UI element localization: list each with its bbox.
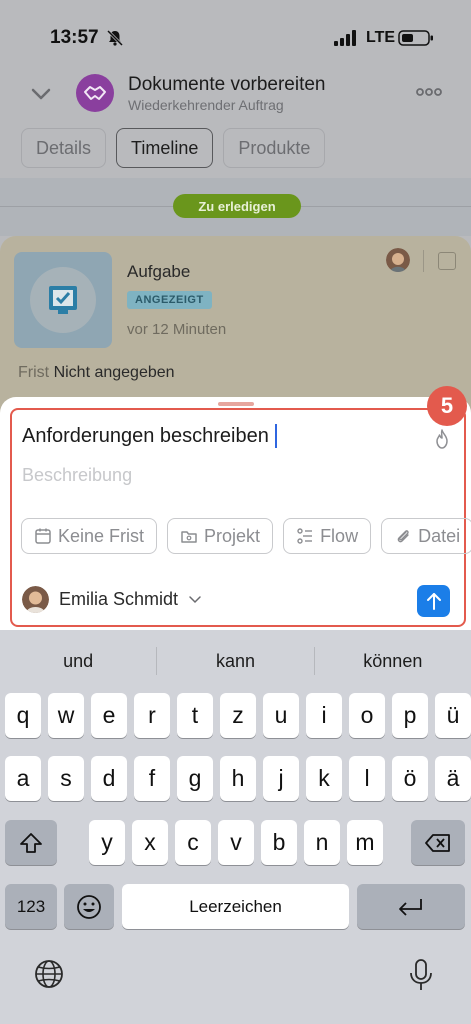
task-header: Dokumente vorbereiten Wiederkehrender Au… [0, 70, 471, 130]
page-subtitle: Wiederkehrender Auftrag [128, 97, 284, 113]
status-bar: 13:57 LTE [0, 0, 471, 70]
deadline-value: Nicht angegeben [53, 364, 175, 381]
deadline-chip-label: Keine Frist [58, 525, 145, 546]
task-thumbnail [14, 252, 112, 348]
page-title: Dokumente vorbereiten [128, 74, 326, 95]
battery-icon [398, 30, 433, 46]
key-m[interactable]: m [347, 820, 383, 865]
card-deadline: Frist Nicht angegeben [18, 364, 175, 382]
arrow-up-icon [426, 593, 441, 610]
card-type: Aufgabe [127, 262, 191, 281]
handshake-icon [76, 74, 114, 112]
project-chip[interactable]: Projekt [167, 518, 274, 554]
suggestion-1[interactable]: und [0, 651, 156, 672]
description-input[interactable]: Beschreibung [22, 465, 132, 486]
card-timestamp: vor 12 Minuten [127, 321, 227, 338]
key-l[interactable]: l [349, 756, 385, 801]
key-a[interactable]: a [5, 756, 41, 801]
flow-chip[interactable]: Flow [283, 518, 372, 554]
send-button[interactable] [417, 585, 450, 617]
complete-checkbox[interactable] [438, 252, 456, 270]
flow-chip-label: Flow [320, 525, 359, 546]
globe-icon[interactable] [33, 958, 65, 990]
tab-details[interactable]: Details [21, 128, 107, 168]
shift-key[interactable] [5, 820, 57, 865]
shift-icon [20, 832, 42, 853]
key-x[interactable]: x [132, 820, 168, 865]
key-b[interactable]: b [261, 820, 297, 865]
suggestion-2[interactable]: kann [157, 651, 313, 672]
calendar-icon [35, 528, 51, 544]
suggestion-bar: und kann können [0, 630, 471, 692]
key-ü[interactable]: ü [435, 693, 471, 738]
file-chip[interactable]: Datei [381, 518, 471, 554]
status-badge: ANGEZEIGT [127, 291, 212, 309]
option-chips: Keine Frist Projekt Flow Datei [21, 518, 471, 554]
flow-icon [297, 528, 313, 544]
deadline-label: Frist [18, 364, 50, 381]
key-i[interactable]: i [306, 693, 342, 738]
todo-pill: Zu erledigen [173, 194, 301, 218]
numbers-key[interactable]: 123 [5, 884, 57, 929]
paperclip-icon [397, 530, 409, 543]
tab-bar: Details Timeline Produkte [21, 128, 326, 168]
network-label: LTE [366, 29, 396, 46]
return-key[interactable] [357, 884, 465, 929]
tab-timeline[interactable]: Timeline [116, 128, 214, 168]
key-w[interactable]: w [48, 693, 84, 738]
sheet-handle[interactable] [218, 402, 254, 406]
key-s[interactable]: s [48, 756, 84, 801]
project-chip-label: Projekt [204, 525, 261, 546]
key-t[interactable]: t [177, 693, 213, 738]
task-title-value: Anforderungen beschreiben [22, 424, 269, 447]
file-chip-label: Datei [418, 525, 461, 546]
key-d[interactable]: d [91, 756, 127, 801]
key-ö[interactable]: ö [392, 756, 428, 801]
key-z[interactable]: z [220, 693, 256, 738]
suggestion-3[interactable]: können [315, 651, 471, 672]
key-y[interactable]: y [89, 820, 125, 865]
avatar [386, 248, 410, 272]
microphone-icon[interactable] [408, 958, 434, 992]
space-key[interactable]: Leerzeichen [122, 884, 349, 929]
key-n[interactable]: n [304, 820, 340, 865]
avatar [22, 586, 49, 613]
key-ä[interactable]: ä [435, 756, 471, 801]
assignee-name: Emilia Schmidt [59, 589, 179, 609]
task-title-input[interactable]: Anforderungen beschreiben [22, 424, 277, 448]
return-icon [399, 898, 422, 916]
key-v[interactable]: v [218, 820, 254, 865]
card-divider [423, 250, 424, 272]
key-j[interactable]: j [263, 756, 299, 801]
key-k[interactable]: k [306, 756, 342, 801]
key-q[interactable]: q [5, 693, 41, 738]
folder-icon [181, 531, 197, 543]
key-o[interactable]: o [349, 693, 385, 738]
bell-muted-icon [106, 29, 124, 47]
key-g[interactable]: g [177, 756, 213, 801]
deadline-chip[interactable]: Keine Frist [21, 518, 158, 554]
more-options-icon[interactable] [414, 80, 444, 104]
backspace-key[interactable] [411, 820, 465, 865]
backspace-icon [425, 833, 450, 852]
key-f[interactable]: f [134, 756, 170, 801]
step-badge: 5 [427, 386, 467, 426]
status-time: 13:57 [50, 27, 99, 48]
chevron-down-icon [189, 595, 201, 603]
emoji-key[interactable] [64, 884, 114, 929]
assignee-selector[interactable]: Emilia Schmidt [22, 586, 202, 613]
emoji-icon [77, 894, 101, 919]
key-c[interactable]: c [175, 820, 211, 865]
tab-produkte[interactable]: Produkte [223, 128, 326, 168]
signal-icon [334, 30, 356, 46]
key-p[interactable]: p [392, 693, 428, 738]
key-r[interactable]: r [134, 693, 170, 738]
text-caret [274, 424, 277, 448]
task-check-icon [49, 286, 77, 314]
flame-icon[interactable] [433, 428, 451, 450]
key-h[interactable]: h [220, 756, 256, 801]
key-u[interactable]: u [263, 693, 299, 738]
key-e[interactable]: e [91, 693, 127, 738]
chevron-down-icon[interactable] [26, 82, 56, 106]
